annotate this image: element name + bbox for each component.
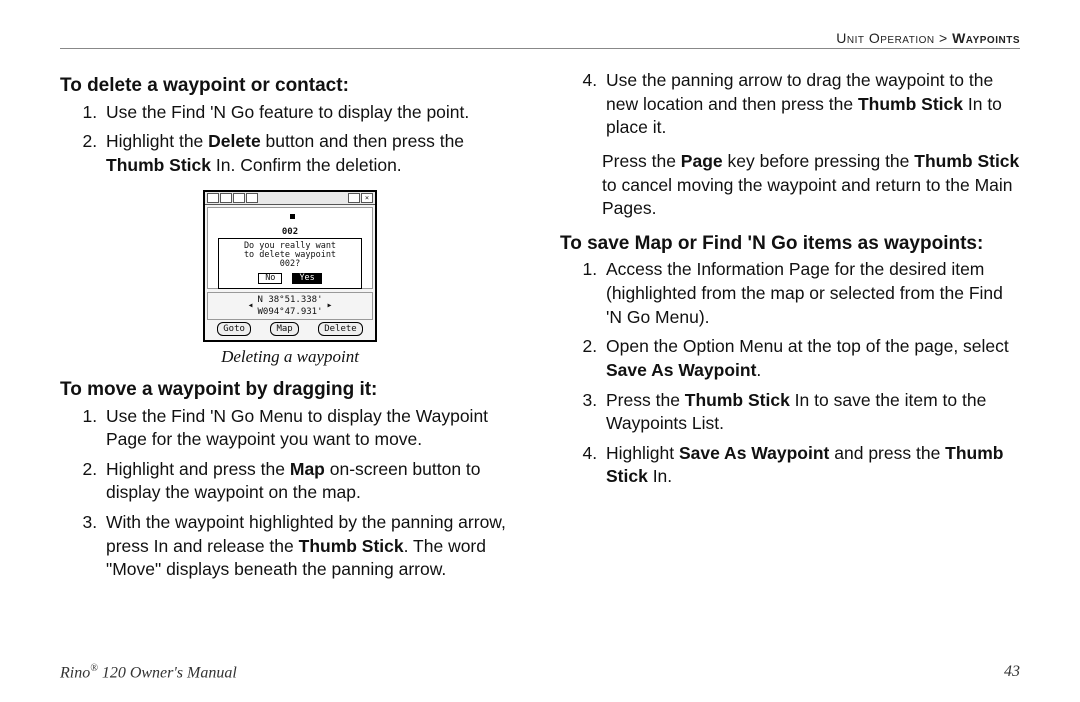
device-titlebar: × — [205, 192, 375, 205]
running-header-topic: Waypoints — [952, 30, 1020, 46]
titlebar-icon — [246, 193, 258, 203]
delete-step-1: Use the Find 'N Go feature to display th… — [102, 101, 520, 125]
titlebar-icon — [233, 193, 245, 203]
running-header: Unit Operation > Waypoints — [60, 30, 1020, 49]
running-header-sep: > — [935, 30, 952, 46]
close-icon: × — [361, 193, 373, 203]
chevron-right-icon: ▸ — [327, 299, 333, 313]
device-softkeys: Goto Map Delete — [209, 322, 371, 336]
right-column: Use the panning arrow to drag the waypoi… — [560, 67, 1020, 592]
titlebar-icon — [348, 193, 360, 203]
move-step-1: Use the Find 'N Go Menu to display the W… — [102, 405, 520, 452]
footer-manual-title: Rino® 120 Owner's Manual — [60, 663, 237, 682]
section-move-list-continued: Use the panning arrow to drag the waypoi… — [560, 69, 1020, 140]
device-map-area: 002 Do you really want to delete waypoin… — [207, 207, 373, 289]
move-step-4: Use the panning arrow to drag the waypoi… — [602, 69, 1020, 140]
titlebar-icon — [207, 193, 219, 203]
save-step-1: Access the Information Page for the desi… — [602, 258, 1020, 329]
section-move-title: To move a waypoint by dragging it: — [60, 377, 520, 403]
figure-caption: Deleting a waypoint — [60, 346, 520, 369]
waypoint-marker-icon — [290, 214, 295, 219]
titlebar-icon — [220, 193, 232, 203]
move-step-3: With the waypoint highlighted by the pan… — [102, 511, 520, 582]
save-step-2: Open the Option Menu at the top of the p… — [602, 335, 1020, 382]
chevron-left-icon: ◂ — [247, 299, 253, 313]
coord-west: W094°47.931' — [257, 306, 322, 318]
left-column: To delete a waypoint or contact: Use the… — [60, 67, 520, 592]
softkey-goto[interactable]: Goto — [217, 322, 251, 336]
dialog-no-button[interactable]: No — [258, 273, 282, 284]
section-save-title: To save Map or Find 'N Go items as waypo… — [560, 231, 1020, 257]
content-columns: To delete a waypoint or contact: Use the… — [60, 67, 1020, 592]
dialog-yes-button[interactable]: Yes — [292, 273, 321, 284]
softkey-map[interactable]: Map — [270, 322, 298, 336]
section-move-list: Use the Find 'N Go Menu to display the W… — [60, 405, 520, 582]
softkey-delete[interactable]: Delete — [318, 322, 363, 336]
running-header-section: Unit Operation — [836, 30, 934, 46]
save-step-4: Highlight Save As Waypoint and press the… — [602, 442, 1020, 489]
page-footer: Rino® 120 Owner's Manual 43 — [60, 663, 1020, 682]
delete-step-2: Highlight the Delete button and then pre… — [102, 130, 520, 177]
footer-page-number: 43 — [1004, 663, 1020, 682]
waypoint-label: 002 — [282, 226, 298, 238]
save-step-3: Press the Thumb Stick In to save the ite… — [602, 389, 1020, 436]
move-step-2: Highlight and press the Map on-screen bu… — [102, 458, 520, 505]
figure-delete-waypoint: × 002 Do you really want to delete waypo… — [60, 190, 520, 369]
manual-page: Unit Operation > Waypoints To delete a w… — [0, 0, 1080, 702]
confirm-dialog: Do you really want to delete waypoint 00… — [218, 238, 362, 289]
section-delete-title: To delete a waypoint or contact: — [60, 73, 520, 99]
coord-north: N 38°51.338' — [257, 294, 322, 306]
move-cancel-note: Press the Page key before pressing the T… — [602, 150, 1020, 221]
section-delete-list: Use the Find 'N Go feature to display th… — [60, 101, 520, 178]
dialog-text-line: 002? — [221, 260, 359, 269]
device-coordinates: ◂ N 38°51.338' W094°47.931' ▸ — [207, 292, 373, 320]
device-screenshot: × 002 Do you really want to delete waypo… — [203, 190, 377, 342]
section-save-list: Access the Information Page for the desi… — [560, 258, 1020, 489]
